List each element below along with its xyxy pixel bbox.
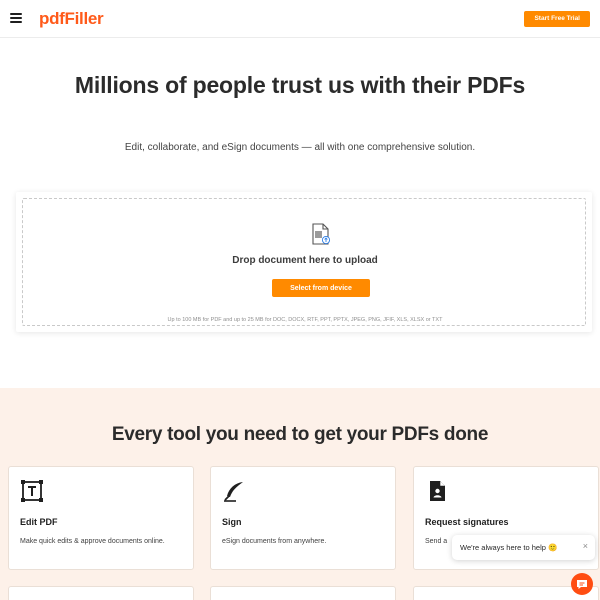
tool-name: Request signatures [425, 517, 509, 527]
drop-document-text: Drop document here to upload [232, 255, 378, 266]
tool-name: Sign [222, 517, 242, 527]
upload-document-icon [312, 223, 330, 245]
top-header: pdfFiller Start Free Trial [0, 0, 600, 38]
select-from-device-button[interactable]: Select from device [272, 279, 370, 297]
tool-card-partial[interactable] [8, 586, 194, 600]
chat-greeting-bubble[interactable]: We're always here to help 🙂 × [452, 535, 595, 560]
menu-icon[interactable] [10, 13, 22, 23]
file-limits-text: Up to 100 MB for PDF and up to 25 MB for… [167, 317, 443, 323]
chat-launcher-button[interactable] [571, 573, 593, 595]
hero-subtitle: Edit, collaborate, and eSign documents —… [124, 142, 476, 153]
tool-description: Make quick edits & approve documents onl… [20, 538, 165, 545]
brand-logo[interactable]: pdfFiller [39, 9, 104, 29]
tool-card-partial[interactable] [210, 586, 396, 600]
text-box-icon [21, 480, 43, 502]
tool-card-sign[interactable]: Sign eSign documents from anywhere. [210, 466, 396, 570]
upload-card: Drop document here to upload Select from… [16, 192, 592, 332]
hero-title: Millions of people trust us with their P… [74, 72, 526, 98]
close-icon[interactable]: × [583, 541, 588, 551]
tools-title: Every tool you need to get your PDFs don… [111, 424, 489, 445]
document-user-icon [430, 481, 445, 501]
tool-name: Edit PDF [20, 517, 58, 527]
tool-card-edit-pdf[interactable]: Edit PDF Make quick edits & approve docu… [8, 466, 194, 570]
chat-greeting-text: We're always here to help 🙂 [460, 543, 558, 552]
start-free-trial-button[interactable]: Start Free Trial [524, 11, 590, 27]
pen-nib-icon [224, 482, 243, 502]
tool-description: eSign documents from anywhere. [222, 538, 327, 545]
upload-dropzone[interactable]: Drop document here to upload Select from… [22, 198, 586, 326]
chat-icon [577, 580, 587, 589]
